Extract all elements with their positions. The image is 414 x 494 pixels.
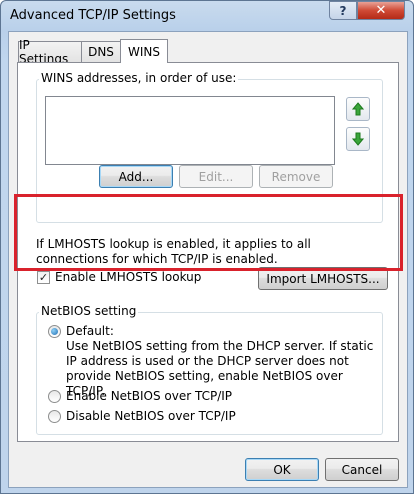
tab-label: WINS xyxy=(128,44,160,59)
edit-button[interactable]: Edit... xyxy=(179,165,253,188)
enable-netbios-label: Enable NetBIOS over TCP/IP xyxy=(66,389,233,403)
close-button[interactable]: ✕ xyxy=(357,1,405,20)
dialog-window: Advanced TCP/IP Settings ? ✕ IP Settings… xyxy=(0,0,414,494)
tab-dns[interactable]: DNS xyxy=(81,41,121,62)
disable-netbios-label: Disable NetBIOS over TCP/IP xyxy=(66,409,236,423)
cancel-button-label: Cancel xyxy=(341,462,383,477)
ok-button[interactable]: OK xyxy=(245,458,319,481)
cancel-button[interactable]: Cancel xyxy=(325,458,399,481)
wins-address-list[interactable] xyxy=(45,96,335,165)
wins-group-label: WINS addresses, in order of use: xyxy=(39,71,239,85)
disable-netbios-radio[interactable] xyxy=(48,410,61,423)
checkmark-icon: ✓ xyxy=(38,271,49,284)
arrow-up-icon xyxy=(352,102,364,116)
tab-label: DNS xyxy=(88,45,114,59)
enable-netbios-radio[interactable] xyxy=(48,390,61,403)
import-lmhosts-label: Import LMHOSTS... xyxy=(266,271,380,286)
add-button-label: Add... xyxy=(118,169,154,184)
move-up-button[interactable] xyxy=(346,97,370,121)
title-bar[interactable]: Advanced TCP/IP Settings ? ✕ xyxy=(1,1,413,31)
netbios-group-label: NetBIOS setting xyxy=(39,304,139,318)
default-radio-label: Default: xyxy=(66,324,114,338)
close-icon: ✕ xyxy=(375,3,387,18)
move-down-button[interactable] xyxy=(346,127,370,151)
add-button[interactable]: Add... xyxy=(99,165,173,188)
default-radio[interactable] xyxy=(48,325,61,338)
enable-lmhosts-label: Enable LMHOSTS lookup xyxy=(55,270,202,284)
enable-lmhosts-checkbox[interactable]: ✓ xyxy=(37,271,50,284)
tab-ip-settings[interactable]: IP Settings xyxy=(18,38,82,66)
arrow-down-icon xyxy=(352,132,364,146)
ok-button-label: OK xyxy=(273,462,291,477)
window-title: Advanced TCP/IP Settings xyxy=(10,8,176,23)
help-icon: ? xyxy=(339,3,347,18)
help-button[interactable]: ? xyxy=(329,1,357,20)
highlight-box xyxy=(14,194,403,271)
edit-button-label: Edit... xyxy=(198,169,234,184)
remove-button-label: Remove xyxy=(271,169,321,184)
remove-button[interactable]: Remove xyxy=(259,165,333,188)
tab-wins[interactable]: WINS xyxy=(120,39,168,63)
